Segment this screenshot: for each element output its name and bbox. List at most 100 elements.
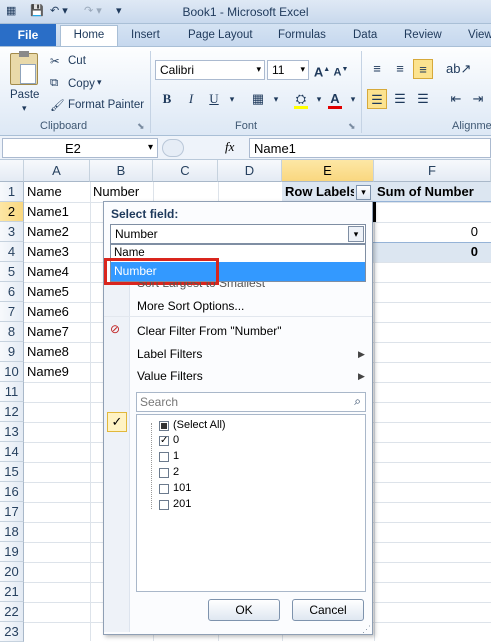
font-color-dropdown-icon[interactable]: ▾ (343, 89, 363, 109)
cell-a5[interactable]: Name4 (24, 262, 90, 282)
select-field-combo[interactable]: Number ▾ (110, 224, 366, 244)
font-launcher-icon[interactable]: ⬊ (348, 121, 356, 132)
row-header-4[interactable]: 4 (0, 242, 24, 262)
format-painter-button[interactable]: Format Painter (68, 99, 144, 111)
align-bottom-icon[interactable]: ≡ (413, 59, 433, 79)
row-header-1[interactable]: 1 (0, 182, 24, 202)
align-left-icon[interactable]: ☰ (367, 89, 387, 109)
column-header-b[interactable]: B (90, 160, 153, 182)
cancel-button[interactable]: Cancel (292, 599, 364, 621)
align-center-icon[interactable]: ☰ (390, 89, 410, 109)
underline-icon[interactable]: U (204, 89, 224, 109)
cell-f4[interactable]: 0 (374, 242, 478, 262)
resize-grip-icon[interactable]: ⋰ (362, 624, 371, 635)
select-field-dropdown-icon[interactable]: ▾ (348, 226, 364, 242)
column-header-e[interactable]: E (282, 160, 374, 182)
paste-dropdown-icon[interactable]: ▾ (22, 103, 27, 114)
row-header-9[interactable]: 9 (0, 342, 24, 362)
row-header-6[interactable]: 6 (0, 282, 24, 302)
row-header-16[interactable]: 16 (0, 482, 24, 502)
column-header-c[interactable]: C (153, 160, 218, 182)
underline-dropdown-icon[interactable]: ▾ (222, 89, 242, 109)
font-name-select[interactable]: Calibri ▾ (155, 60, 265, 80)
row-header-18[interactable]: 18 (0, 522, 24, 542)
borders-dropdown-icon[interactable]: ▾ (266, 89, 286, 109)
format-painter-icon[interactable]: 🖌 (50, 98, 65, 112)
cell-f1[interactable]: Sum of Number (374, 182, 491, 202)
column-header-f[interactable]: F (374, 160, 491, 182)
paste-icon[interactable] (10, 51, 38, 85)
increase-indent-icon[interactable]: ⇥ (468, 89, 488, 109)
clear-filter-option[interactable]: Clear Filter From "Number" (137, 324, 282, 338)
cell-e1[interactable]: Row Labels (282, 182, 354, 202)
cell-a6[interactable]: Name5 (24, 282, 90, 302)
value-checkbox-201[interactable] (159, 500, 169, 510)
row-header-23[interactable]: 23 (0, 622, 24, 642)
row-header-3[interactable]: 3 (0, 222, 24, 242)
row-header-12[interactable]: 12 (0, 402, 24, 422)
cell-b1[interactable]: Number (90, 182, 153, 202)
value-filters-option[interactable]: Value Filters (137, 369, 203, 383)
search-input[interactable]: Search ⌕ (136, 392, 366, 412)
row-header-8[interactable]: 8 (0, 322, 24, 342)
tab-review[interactable]: Review (404, 27, 442, 46)
grow-font-icon[interactable]: A▲ (312, 60, 332, 80)
row-header-17[interactable]: 17 (0, 502, 24, 522)
name-box-dropdown-icon[interactable]: ▾ (148, 142, 153, 153)
align-top-icon[interactable]: ≡ (367, 59, 387, 79)
row-header-20[interactable]: 20 (0, 562, 24, 582)
name-box[interactable]: E2 ▾ (2, 138, 158, 158)
tab-home[interactable]: Home (60, 25, 118, 47)
ok-button[interactable]: OK (208, 599, 280, 621)
tab-formulas[interactable]: Formulas (278, 27, 326, 46)
row-header-22[interactable]: 22 (0, 602, 24, 622)
select-all-corner[interactable] (0, 160, 24, 182)
clipboard-launcher-icon[interactable]: ⬊ (137, 121, 145, 132)
row-header-11[interactable]: 11 (0, 382, 24, 402)
value-checkbox-0[interactable]: ✓ (159, 436, 169, 446)
italic-icon[interactable]: I (181, 89, 201, 109)
copy-button[interactable]: Copy (68, 78, 95, 90)
row-header-19[interactable]: 19 (0, 542, 24, 562)
tab-page-layout[interactable]: Page Layout (188, 27, 253, 46)
decrease-indent-icon[interactable]: ⇤ (446, 89, 466, 109)
shrink-font-icon[interactable]: A▼ (331, 60, 351, 80)
cell-a1[interactable]: Name (24, 182, 90, 202)
orientation-icon[interactable]: ab↗ (446, 59, 471, 79)
borders-icon[interactable]: ▦ (248, 89, 268, 109)
insert-function-icon[interactable]: fx (225, 139, 234, 155)
cell-a3[interactable]: Name2 (24, 222, 90, 242)
copy-icon[interactable]: ⧉ (50, 77, 58, 90)
font-size-select[interactable]: 11 ▾ (267, 60, 309, 80)
cell-a2[interactable]: Name1 (24, 202, 90, 222)
filter-icon[interactable]: ▾ (356, 185, 371, 200)
value-checkbox-1[interactable] (159, 452, 169, 462)
value-checkbox-2[interactable] (159, 468, 169, 478)
align-middle-icon[interactable]: ≡ (390, 59, 410, 79)
more-sort-options[interactable]: More Sort Options... (137, 299, 244, 313)
tab-file[interactable]: File (0, 24, 56, 46)
copy-dropdown-icon[interactable]: ▾ (97, 77, 102, 88)
tab-insert[interactable]: Insert (131, 27, 160, 46)
select-all-checkbox[interactable] (159, 421, 169, 431)
cell-a10[interactable]: Name9 (24, 362, 90, 382)
row-header-15[interactable]: 15 (0, 462, 24, 482)
formula-bar-expander[interactable] (162, 139, 184, 157)
tab-view[interactable]: View (468, 27, 491, 46)
font-color-icon[interactable]: A (325, 89, 345, 109)
row-header-7[interactable]: 7 (0, 302, 24, 322)
cell-a4[interactable]: Name3 (24, 242, 90, 262)
formula-input[interactable]: Name1 (249, 138, 491, 158)
label-filters-option[interactable]: Label Filters (137, 347, 202, 361)
cell-a9[interactable]: Name8 (24, 342, 90, 362)
value-checkbox-101[interactable] (159, 484, 169, 494)
align-right-icon[interactable]: ☰ (413, 89, 433, 109)
font-name-dropdown-icon[interactable]: ▾ (256, 64, 261, 75)
row-header-21[interactable]: 21 (0, 582, 24, 602)
row-header-10[interactable]: 10 (0, 362, 24, 382)
column-header-d[interactable]: D (218, 160, 282, 182)
row-header-2[interactable]: 2 (0, 202, 24, 222)
column-header-a[interactable]: A (24, 160, 90, 182)
cut-button[interactable]: Cut (68, 55, 86, 67)
paste-button[interactable]: Paste (10, 89, 39, 101)
